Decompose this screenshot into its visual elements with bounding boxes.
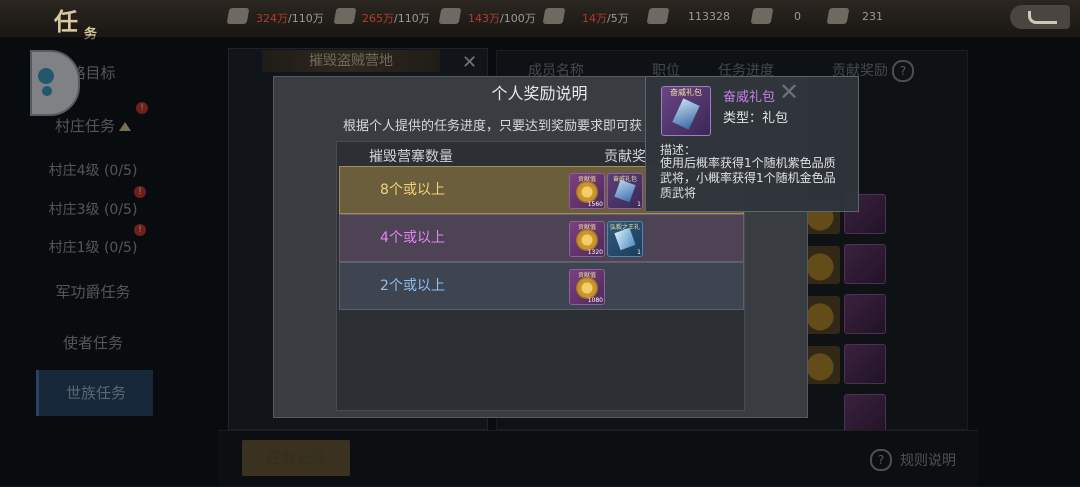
coin-icon [576, 181, 598, 203]
resource-feather: 113328 [688, 10, 730, 23]
resource-iron: 14万/5万 [582, 12, 629, 25]
sword-icon [672, 98, 700, 130]
stone-icon [438, 8, 462, 24]
item-tag: 奋威礼包 [670, 88, 702, 97]
crown-icon [750, 8, 774, 24]
iron-icon [542, 8, 566, 24]
col-camp-count: 摧毁营寨数量 [369, 149, 453, 165]
resource-stone: 143万/100万 [468, 12, 536, 25]
item-count: 1560 [587, 201, 603, 208]
row-label: 4个或以上 [380, 230, 445, 246]
col-contribution-reward: 贡献奖 [604, 149, 646, 165]
tooltip-item-type: 类型：礼包 [723, 111, 789, 126]
item-count: 1080 [587, 297, 603, 304]
modal-subtitle: 根据个人提供的任务进度，只要达到奖励要求即可获 [343, 119, 643, 134]
contribution-coin-item[interactable]: 贡献值 1080 [569, 269, 605, 305]
coin-icon [576, 229, 598, 251]
grain-icon [226, 8, 250, 24]
item-count: 1 [637, 249, 641, 256]
tooltip-description: 使用后概率获得1个随机紫色品质武将，小概率获得1个随机金色品质武将 [660, 156, 836, 200]
row-label: 2个或以上 [380, 278, 445, 294]
contribution-coin-item[interactable]: 贡献值 1320 [569, 221, 605, 257]
close-icon[interactable]: ✕ [779, 78, 799, 106]
resource-crown-b: 231 [862, 10, 883, 23]
contribution-coin-item[interactable]: 贡献值 1560 [569, 173, 605, 209]
top-resource-bar [0, 0, 1080, 37]
coin-icon [576, 277, 598, 299]
wood-icon [333, 8, 357, 24]
gift-pack-icon: 奋威礼包 [661, 86, 711, 136]
reward-row-2: 2个或以上 贡献值 1080 [339, 262, 744, 310]
tooltip-item-name: 奋威礼包 [723, 90, 776, 105]
resource-grain: 324万/110万 [256, 12, 324, 25]
gift-pack-item[interactable]: 弘毅之王礼包1 [607, 221, 643, 257]
page-title-main: 任 [54, 7, 80, 36]
crown-icon [826, 8, 850, 24]
back-button[interactable] [1010, 5, 1070, 29]
gift-pack-item[interactable]: 奋威礼包 1 [607, 173, 643, 209]
item-count: 1 [637, 201, 641, 208]
row-label: 8个或以上 [380, 182, 445, 198]
feather-icon [646, 8, 670, 24]
resource-wood: 265万/110万 [362, 12, 430, 25]
resource-crown-a: 0 [794, 10, 801, 23]
item-count: 1320 [587, 249, 603, 256]
page-title: 任务 [54, 2, 99, 42]
sword-icon [614, 179, 636, 203]
reward-row-4: 4个或以上 贡献值1320 弘毅之王礼包1 [339, 214, 744, 262]
